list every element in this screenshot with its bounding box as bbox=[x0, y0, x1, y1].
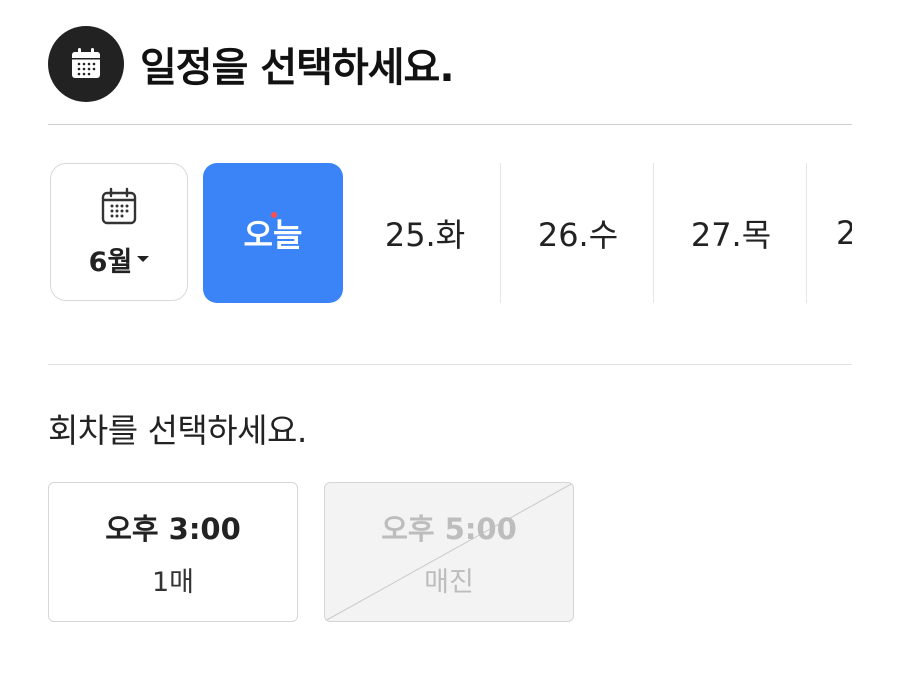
session-slot-5pm-sold-out: 오후 5:00 매진 bbox=[324, 482, 574, 622]
page-title: 일정을 선택하세요. bbox=[140, 45, 455, 91]
session-section-title: 회차를 선택하세요. bbox=[48, 411, 307, 450]
sold-out-slash bbox=[325, 483, 573, 621]
month-label: 6월 bbox=[89, 240, 150, 279]
calendar-icon bbox=[99, 186, 139, 230]
day-separator bbox=[653, 163, 654, 303]
day-25[interactable]: 25.화 bbox=[355, 163, 495, 303]
divider bbox=[48, 124, 852, 125]
slot-sold-out-label: 매진 bbox=[424, 566, 474, 598]
slot-remaining: 1매 bbox=[151, 566, 195, 598]
day-26[interactable]: 26.수 bbox=[508, 163, 648, 303]
day-27[interactable]: 27.목 bbox=[661, 163, 801, 303]
day-28-partial[interactable]: 2 bbox=[836, 163, 852, 303]
date-strip: 6월 오늘 25.화 26.수 27.목 2 bbox=[50, 163, 852, 303]
day-label: 2 bbox=[836, 214, 852, 252]
divider bbox=[48, 364, 852, 365]
day-label: 27.목 bbox=[690, 216, 772, 254]
day-label: 26.수 bbox=[537, 216, 619, 254]
day-today[interactable]: 오늘 bbox=[203, 163, 343, 303]
month-text: 6월 bbox=[88, 246, 133, 278]
slot-time: 오후 3:00 bbox=[105, 511, 241, 546]
calendar-icon bbox=[48, 26, 124, 102]
session-slot-3pm[interactable]: 오후 3:00 1매 bbox=[48, 482, 298, 622]
day-separator bbox=[806, 163, 807, 303]
day-separator bbox=[500, 163, 501, 303]
caret-down-icon bbox=[137, 256, 150, 262]
page-header: 일정을 선택하세요. bbox=[48, 26, 455, 102]
month-selector-button[interactable]: 6월 bbox=[50, 163, 188, 301]
today-indicator-dot bbox=[271, 212, 277, 218]
slot-time: 오후 5:00 bbox=[381, 511, 517, 546]
day-label: 25.화 bbox=[384, 216, 466, 254]
